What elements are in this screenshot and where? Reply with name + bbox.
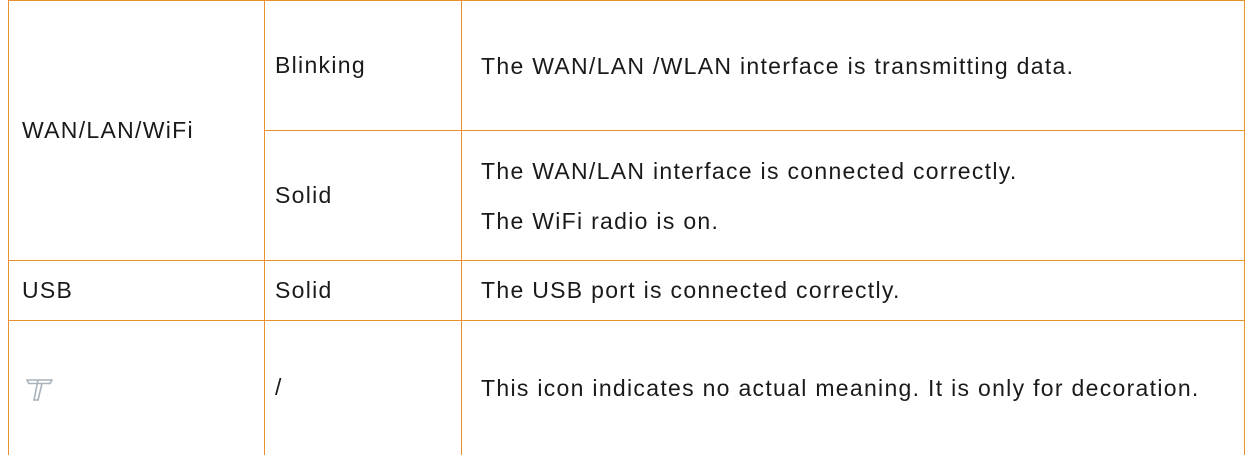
led-name-cell: WAN/LAN/WiFi	[8, 0, 265, 261]
status-solid: Solid	[275, 277, 333, 303]
status-cell: Solid	[264, 130, 462, 261]
led-icon-cell	[8, 320, 265, 455]
status-cell: /	[264, 320, 462, 455]
description-cell: The USB port is connected correctly.	[461, 260, 1245, 321]
description-text: The USB port is connected correctly.	[481, 277, 901, 303]
description-line: The WAN/LAN interface is connected corre…	[481, 157, 1018, 184]
status-blinking: Blinking	[275, 52, 366, 78]
description-cell: The WAN/LAN interface is connected corre…	[461, 130, 1245, 261]
description-cell: The WAN/LAN /WLAN interface is transmitt…	[461, 0, 1245, 131]
status-cell: Blinking	[264, 0, 462, 131]
led-name-cell: USB	[8, 260, 265, 321]
description-text: The WAN/LAN /WLAN interface is transmitt…	[481, 52, 1075, 79]
led-name-wan-lan-wifi: WAN/LAN/WiFi	[22, 117, 194, 143]
description-line: The WiFi radio is on.	[481, 207, 720, 234]
status-none: /	[275, 374, 283, 401]
status-solid: Solid	[275, 182, 333, 208]
status-cell: Solid	[264, 260, 462, 321]
table-row: USB Solid The USB port is connected corr…	[8, 260, 1245, 321]
table-row: WAN/LAN/WiFi Blinking The WAN/LAN /WLAN …	[8, 0, 1245, 261]
table-row: / This icon indicates no actual meaning.…	[8, 320, 1245, 455]
description-cell: This icon indicates no actual meaning. I…	[461, 320, 1245, 455]
led-name-usb: USB	[22, 277, 74, 303]
description-text: This icon indicates no actual meaning. I…	[481, 374, 1200, 401]
led-indicator-table: WAN/LAN/WiFi Blinking The WAN/LAN /WLAN …	[8, 0, 1245, 455]
decorative-t-logo-icon	[26, 378, 53, 401]
